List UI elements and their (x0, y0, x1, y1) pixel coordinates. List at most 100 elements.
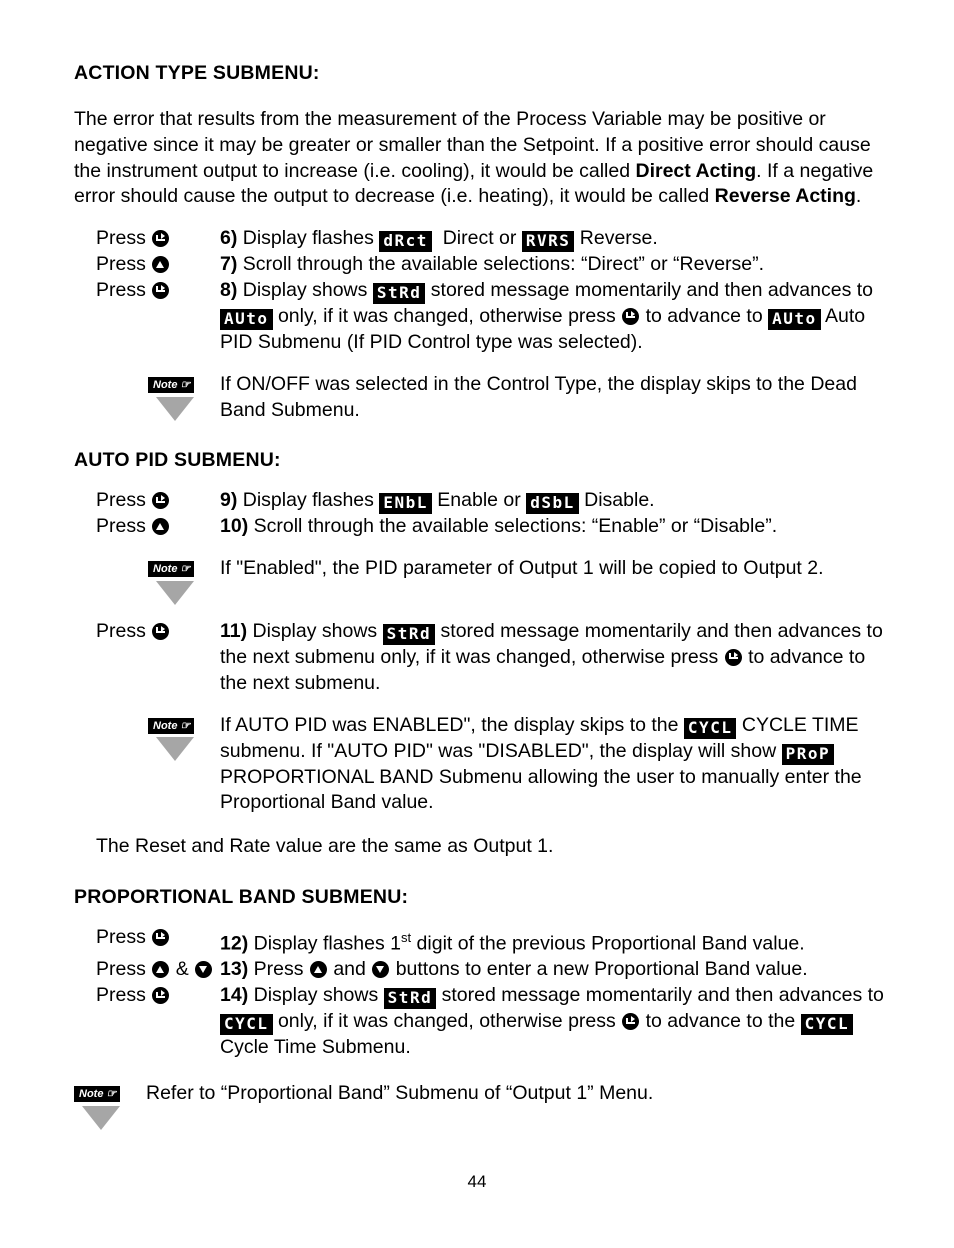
note-text: If ON/OFF was selected in the Control Ty… (220, 372, 857, 421)
note-tag-text: Note (153, 378, 178, 391)
led-display-dsbl: dSbL (526, 493, 579, 515)
step-text-a: Display shows (252, 619, 378, 642)
note-text-c: PROPORTIONAL BAND Submenu allowing the u… (220, 765, 862, 814)
enter-button-icon[interactable] (152, 987, 170, 1005)
step-text-8: 8) Display shows StRd stored message mom… (220, 278, 886, 356)
note-block-autopid-enabled: Note ☞ If AUTO PID was ENABLED", the dis… (74, 711, 886, 817)
step-text-7: 7) Scroll through the available selectio… (220, 252, 886, 278)
enter-button-icon[interactable] (622, 1013, 640, 1031)
action-type-paragraph: The error that results from the measurem… (74, 107, 886, 210)
enter-button-icon[interactable] (152, 230, 170, 248)
step-text-c: Reverse. (579, 227, 658, 250)
step-row-11: Press 11) Display shows StRd stored mess… (74, 619, 886, 697)
note-block-onoff: Note ☞ If ON/OFF was selected in the Con… (74, 370, 886, 424)
step-text-a: Display flashes (242, 227, 374, 250)
step-number: 10) (220, 515, 249, 538)
proportional-band-steps: Press 12) Display flashes 1st digit of t… (74, 925, 886, 1130)
up-arrow-button-icon[interactable] (152, 256, 170, 274)
step-text-12: 12) Display flashes 1st digit of the pre… (220, 925, 886, 957)
note-tag-label: Note ☞ (74, 1085, 121, 1102)
step-text-b: digit of the previous Proportional Band … (411, 932, 805, 955)
press-instruction-11: Press (74, 619, 220, 645)
paragraph-text-3: . (855, 185, 862, 208)
note-triangle-icon (156, 396, 194, 421)
note-marker: Note ☞ (74, 1079, 130, 1130)
press-label: Press (96, 984, 146, 1007)
document-page: ACTION TYPE SUBMENU: The error that resu… (0, 0, 954, 1248)
note-tag-text: Note (79, 1087, 104, 1100)
enter-button-icon[interactable] (724, 648, 742, 666)
up-arrow-button-icon[interactable] (152, 518, 170, 536)
note-triangle-icon (156, 737, 194, 762)
step-text-b: Enable or (437, 489, 521, 512)
up-arrow-button-icon[interactable] (152, 961, 170, 979)
step-text-9: 9) Display flashes ENbL Enable or dSbL D… (220, 488, 886, 515)
led-display-cycl-3: CYCL (800, 1014, 854, 1036)
step-number: 8) (220, 278, 238, 301)
led-display-strd: StRd (382, 623, 436, 645)
enter-button-icon[interactable] (622, 307, 640, 325)
step-row-9: Press 9) Display flashes ENbL Enable or … (74, 488, 886, 515)
note-tag-text: Note (153, 719, 178, 732)
step-text-14: 14) Display shows StRd stored message mo… (220, 983, 886, 1061)
enter-button-icon[interactable] (152, 928, 170, 946)
step-text-c: buttons to enter a new Proportional Band… (395, 958, 808, 981)
note-tag-label: Note ☞ (148, 561, 195, 578)
note-marker-column: Note ☞ (74, 711, 220, 762)
step-row-13: Press & 13) Press and buttons to enter a… (74, 957, 886, 983)
step-number: 13) (220, 958, 249, 981)
step-text-11: 11) Display shows StRd stored message mo… (220, 619, 886, 697)
step-row-12: Press 12) Display flashes 1st digit of t… (74, 925, 886, 957)
up-arrow-button-icon[interactable] (309, 961, 327, 979)
step-text-d: to advance to (645, 304, 763, 327)
note-block-enabled-copy: Note ☞ If "Enabled", the PID parameter o… (74, 554, 886, 605)
step-text-a: Scroll through the available selections:… (253, 515, 778, 538)
led-display-rvrs: RVRS (521, 231, 575, 253)
press-instruction-9: Press (74, 488, 220, 514)
step-text-10: 10) Scroll through the available selecti… (220, 514, 886, 540)
press-instruction-13: Press & (74, 957, 220, 983)
press-instruction-7: Press (74, 252, 220, 278)
step-text-b: stored message momentarily and then adva… (430, 278, 874, 301)
down-arrow-button-icon[interactable] (372, 961, 390, 979)
note-marker-column: Note ☞ (74, 554, 220, 605)
enter-button-icon[interactable] (152, 492, 170, 510)
press-label: Press (96, 489, 146, 512)
enter-button-icon[interactable] (152, 622, 170, 640)
note-block-refer-prop-band: Note ☞ Refer to “Proportional Band” Subm… (74, 1079, 886, 1130)
paragraph-bold-reverse-acting: Reverse Acting (714, 185, 856, 208)
step-text-a: Display flashes 1 (253, 932, 402, 955)
auto-pid-closing-line: The Reset and Rate value are the same as… (96, 835, 554, 858)
press-label: Press (96, 278, 146, 301)
action-type-steps: Press 6) Display flashes dRct Direct or … (74, 226, 886, 423)
press-label: Press (96, 619, 146, 642)
paragraph-bold-direct-acting: Direct Acting (635, 159, 757, 182)
note-marker: Note ☞ (148, 711, 204, 762)
enter-button-icon[interactable] (152, 281, 170, 299)
step-number: 9) (220, 489, 238, 512)
down-arrow-button-icon[interactable] (195, 961, 213, 979)
step-text-c: Disable. (584, 489, 655, 512)
press-label: Press (96, 515, 146, 538)
step-row-10: Press 10) Scroll through the available s… (74, 514, 886, 540)
press-instruction-10: Press (74, 514, 220, 540)
step-text-c: only, if it was changed, otherwise press (277, 304, 616, 327)
step-number: 12) (220, 932, 249, 955)
press-joiner: & (175, 958, 189, 981)
press-label: Press (96, 958, 146, 981)
step-text-c: only, if it was changed, otherwise press (277, 1010, 616, 1033)
step-text-a: Display shows (253, 984, 379, 1007)
note-text: If "Enabled", the PID parameter of Outpu… (220, 557, 824, 580)
step-text-6: 6) Display flashes dRct Direct or RVRS R… (220, 226, 886, 253)
section-heading-action-type: ACTION TYPE SUBMENU: (74, 62, 320, 84)
step-number: 6) (220, 227, 238, 250)
note-tag-text: Note (153, 563, 178, 576)
press-label: Press (96, 925, 146, 948)
step-row-7: Press 7) Scroll through the available se… (74, 252, 886, 278)
ordinal-suffix: st (401, 929, 412, 945)
